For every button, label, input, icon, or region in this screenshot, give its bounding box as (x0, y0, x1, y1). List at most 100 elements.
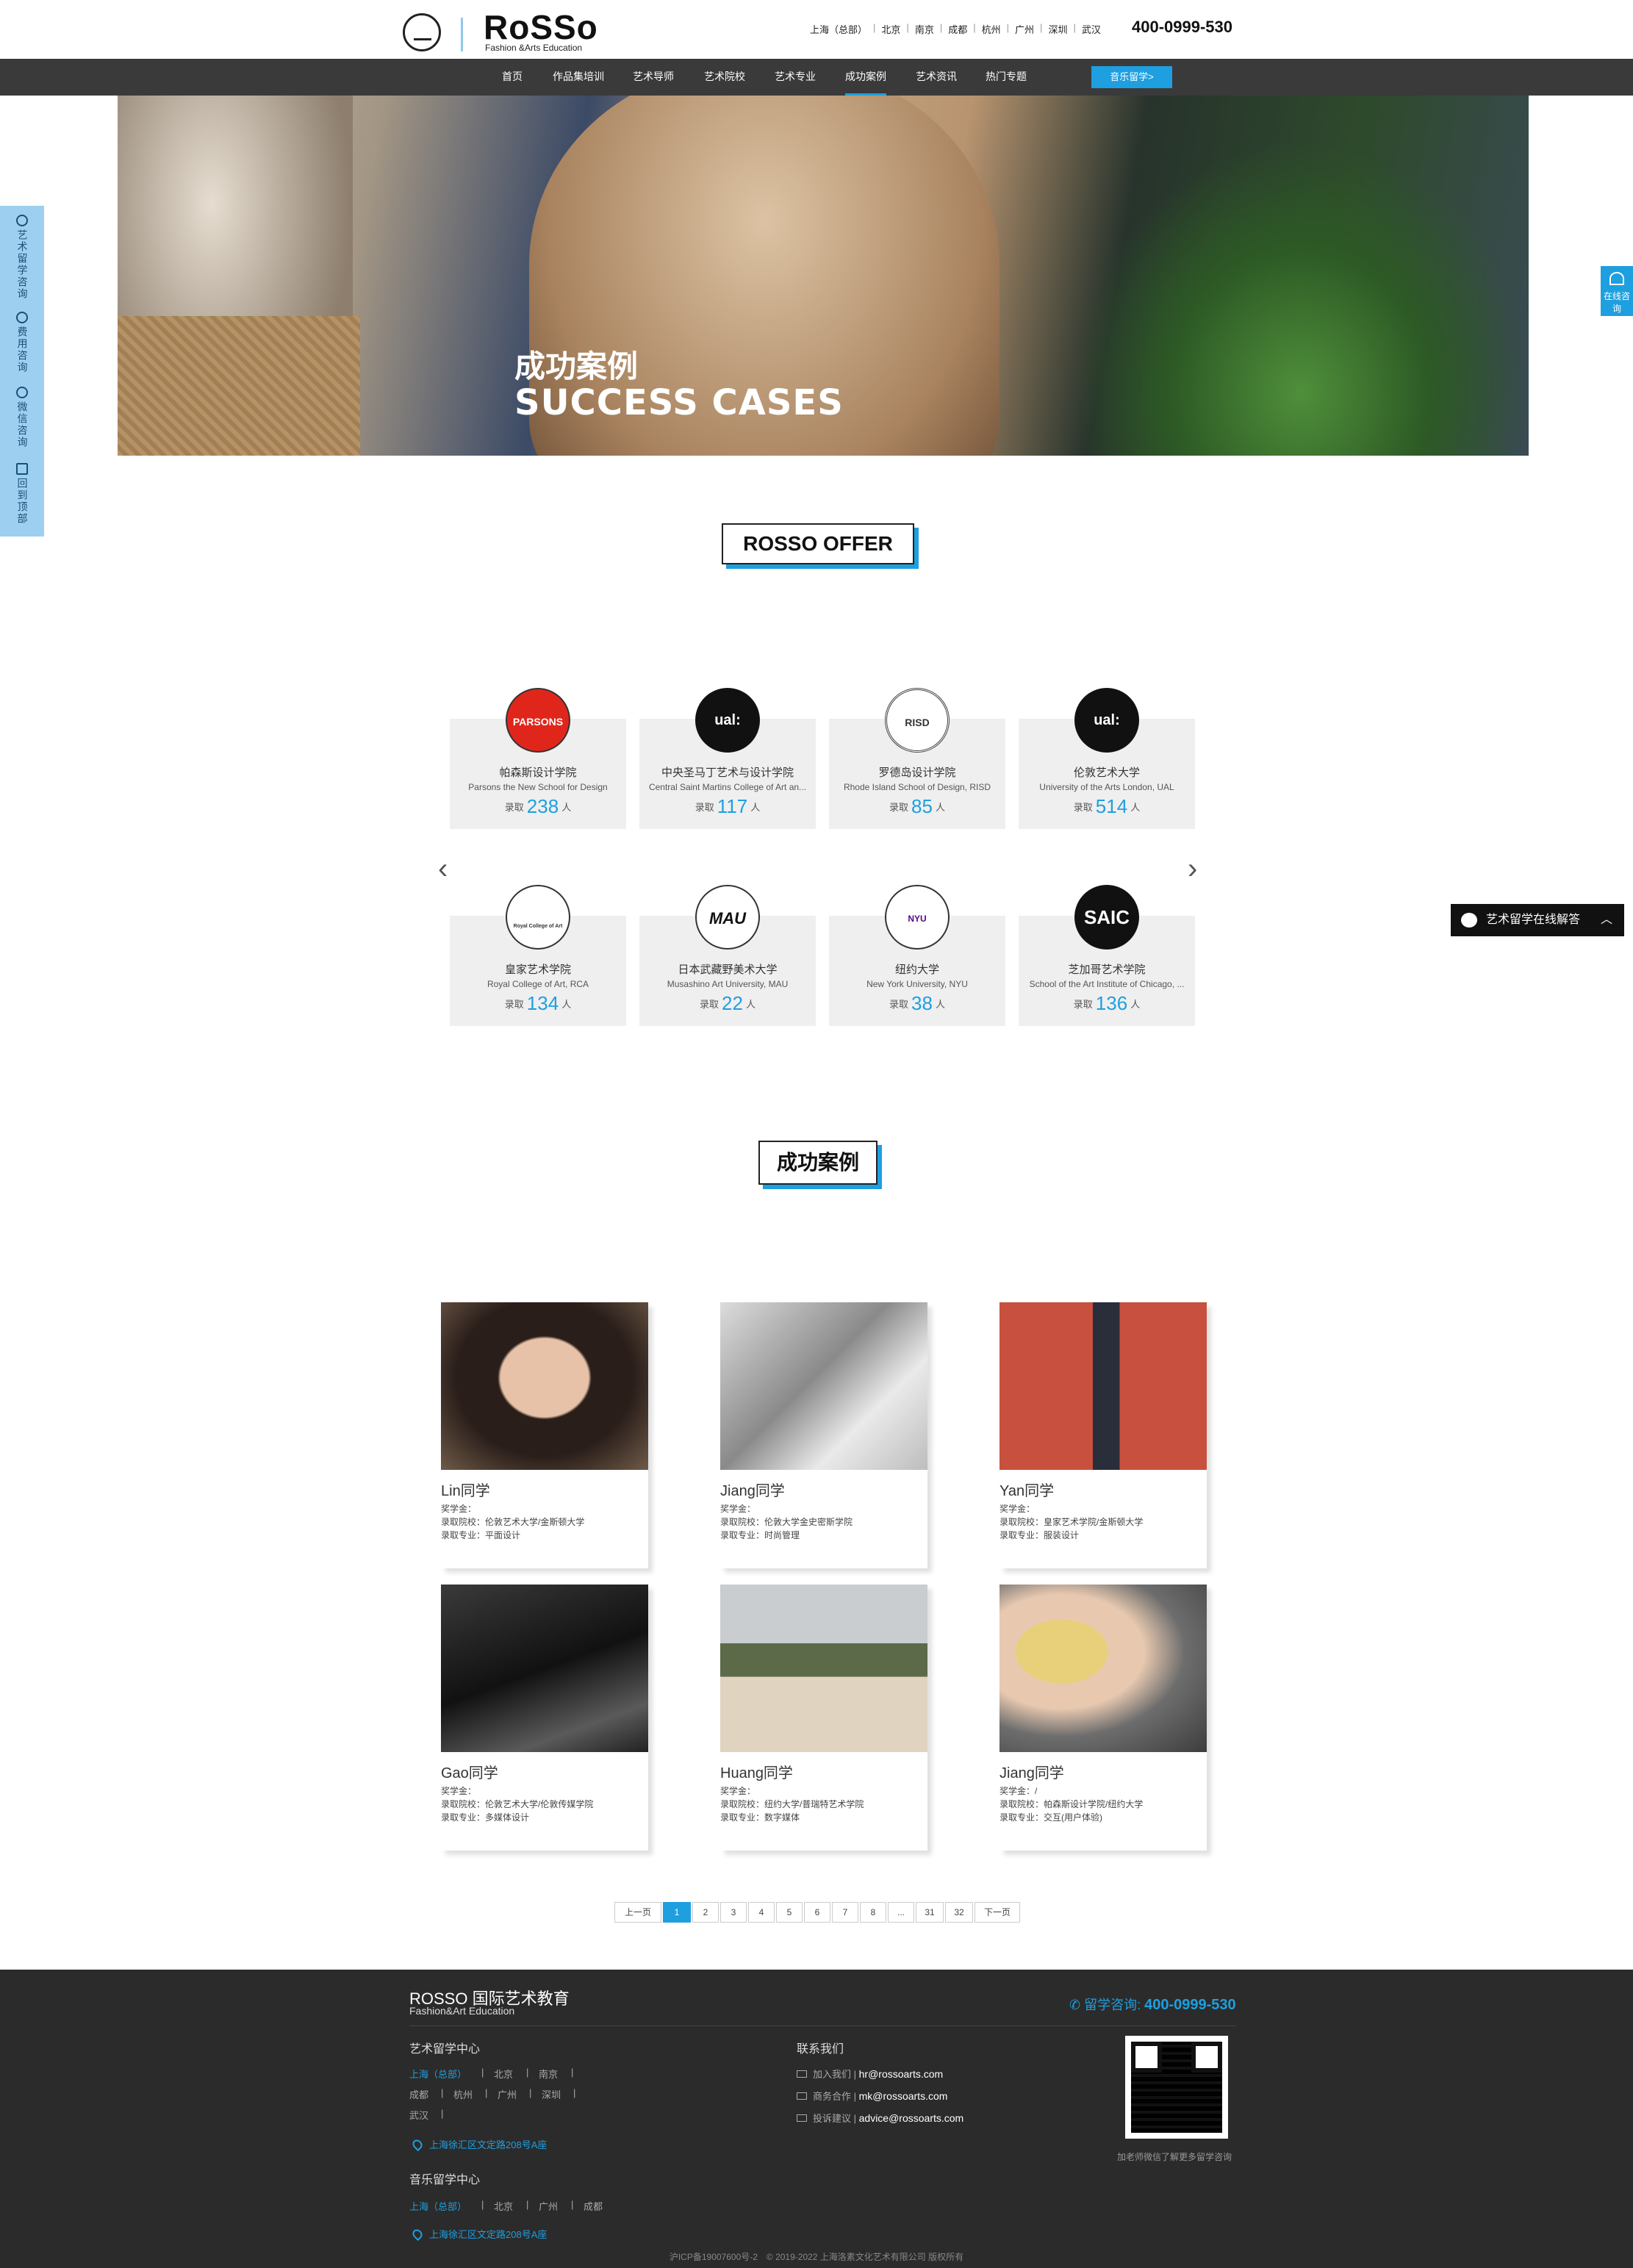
footer-city-link[interactable]: 杭州 (453, 2087, 473, 2101)
music-study-button[interactable]: 音乐留学> (1091, 66, 1172, 88)
school-card[interactable]: Royal College of Art 皇家艺术学院 Royal Colleg… (450, 885, 626, 1026)
school-card[interactable]: PARSONS 帕森斯设计学院 Parsons the New School f… (450, 688, 626, 829)
online-consult-label: 在线咨询 (1603, 291, 1630, 314)
footer-city-link[interactable]: 广州 (539, 2199, 558, 2213)
school-admit-count: 录取 134 人 (450, 992, 626, 1015)
contact-email[interactable]: mk@rossoarts.com (859, 2090, 948, 2102)
case-scholarship: 奖学金： (441, 1786, 477, 1796)
footer-city-link[interactable]: 上海（总部） (409, 2067, 467, 2081)
school-card[interactable]: ual: 伦敦艺术大学 University of the Arts Londo… (1019, 688, 1195, 829)
page-button[interactable]: 1 (663, 1902, 691, 1923)
footer-city-link[interactable]: 深圳 (542, 2087, 561, 2101)
footer-city-separator: | (571, 2067, 574, 2078)
nav-item-news[interactable]: 艺术资讯 (916, 59, 957, 96)
footer-city-link[interactable]: 上海（总部） (409, 2199, 467, 2213)
nav-item-mentors[interactable]: 艺术导师 (633, 59, 674, 96)
logo-text[interactable]: RoSSo (484, 9, 598, 46)
nav-item-schools[interactable]: 艺术院校 (704, 59, 745, 96)
case-card[interactable]: Lin同学 奖学金： 录取院校：伦敦艺术大学/金斯顿大学 录取专业：平面设计 (441, 1302, 648, 1568)
contact-label: 投诉建议 (813, 2113, 852, 2124)
page-button[interactable]: 32 (945, 1902, 973, 1923)
sidebar-item-back-to-top[interactable]: 回到顶部 (0, 463, 44, 525)
carousel-prev-arrow[interactable]: ‹ (438, 854, 448, 883)
count-number: 514 (1095, 795, 1128, 817)
city-link[interactable]: 深圳 (1048, 22, 1067, 36)
logo-icon[interactable] (403, 13, 441, 51)
footer-city-link[interactable]: 北京 (494, 2067, 513, 2081)
contact-email[interactable]: hr@rossoarts.com (859, 2068, 944, 2080)
page-button[interactable]: 5 (776, 1902, 803, 1923)
page-button[interactable]: 31 (916, 1902, 944, 1923)
city-separator: | (1073, 22, 1076, 33)
sidebar-item-wechat[interactable]: 微信咨询 (0, 387, 44, 448)
nav-item-portfolio[interactable]: 作品集培训 (553, 59, 604, 96)
page-button[interactable]: 3 (720, 1902, 747, 1923)
count-suffix: 人 (935, 802, 945, 813)
footer-city-link[interactable]: 成都 (409, 2087, 428, 2101)
page-button[interactable]: 2 (692, 1902, 719, 1923)
nav-item-majors[interactable]: 艺术专业 (775, 59, 816, 96)
city-link[interactable]: 广州 (1015, 22, 1034, 36)
school-card[interactable]: SAIC 芝加哥艺术学院 School of the Art Institute… (1019, 885, 1195, 1026)
case-card[interactable]: Jiang同学 奖学金： 录取院校：伦敦大学金史密斯学院 录取专业：时尚管理 (720, 1302, 927, 1568)
location-pin-icon (410, 2137, 425, 2152)
count-number: 85 (911, 795, 933, 817)
hero-title-cn: 成功案例 (514, 348, 639, 384)
case-card[interactable]: Yan同学 奖学金： 录取院校：皇家艺术学院/金斯顿大学 录取专业：服装设计 (999, 1302, 1207, 1568)
city-link[interactable]: 北京 (881, 22, 900, 36)
rca-crest-logo: Royal College of Art (506, 885, 570, 950)
page-button[interactable]: 6 (804, 1902, 830, 1923)
footer-city-link[interactable]: 南京 (539, 2067, 558, 2081)
carousel-next-arrow[interactable]: › (1188, 854, 1197, 883)
footer-city-separator: | (573, 2087, 576, 2098)
case-card[interactable]: Huang同学 奖学金： 录取院校：纽约大学/普瑞特艺术学院 录取专业：数字媒体 (720, 1585, 927, 1851)
nav-item-home[interactable]: 首页 (502, 59, 523, 96)
school-admit-count: 录取 38 人 (829, 992, 1005, 1015)
nav-item-cases[interactable]: 成功案例 (845, 59, 886, 96)
sidebar-item-fee-consult[interactable]: 费用咨询 (0, 312, 44, 373)
case-card[interactable]: Gao同学 奖学金： 录取院校：伦敦艺术大学/伦敦传媒学院 录取专业：多媒体设计 (441, 1585, 648, 1851)
contact-email[interactable]: advice@rossoarts.com (859, 2112, 964, 2124)
feedback-icon (797, 2114, 807, 2122)
case-school: 录取院校：伦敦艺术大学/金斯顿大学 (441, 1517, 585, 1527)
footer-city-link[interactable]: 成都 (584, 2199, 603, 2213)
city-link[interactable]: 成都 (948, 22, 967, 36)
count-prefix: 录取 (1073, 802, 1093, 813)
online-consult-tab[interactable]: 在线咨询 (1601, 266, 1633, 316)
page-button[interactable]: 8 (860, 1902, 886, 1923)
footer-city-link[interactable]: 武汉 (409, 2108, 428, 2122)
case-student-name: Yan同学 (999, 1483, 1055, 1499)
chat-widget[interactable]: 艺术留学在线解答 ︿ (1451, 904, 1624, 936)
school-card[interactable]: MAU 日本武藏野美术大学 Musashino Art University, … (639, 885, 816, 1026)
main-nav: 首页 作品集培训 艺术导师 艺术院校 艺术专业 成功案例 艺术资讯 热门专题 音… (0, 59, 1633, 96)
nav-item-topics[interactable]: 热门专题 (986, 59, 1027, 96)
school-card[interactable]: NYU 纽约大学 New York University, NYU 录取 38 人 (829, 885, 1005, 1026)
footer-city-separator: | (529, 2087, 532, 2098)
sidebar-item-art-consult[interactable]: 艺术留学咨询 (0, 215, 44, 300)
city-link[interactable]: 上海（总部） (810, 22, 867, 36)
city-link[interactable]: 杭州 (982, 22, 1001, 36)
school-card[interactable]: RISD 罗德岛设计学院 Rhode Island School of Desi… (829, 688, 1005, 829)
city-separator: | (906, 22, 909, 33)
page-button[interactable]: 4 (748, 1902, 775, 1923)
school-card[interactable]: ual: 中央圣马丁艺术与设计学院 Central Saint Martins … (639, 688, 816, 829)
case-major: 录取专业：时尚管理 (720, 1530, 800, 1540)
city-link[interactable]: 武汉 (1082, 22, 1101, 36)
hero-burlap-image (118, 316, 360, 456)
footer-city-link[interactable]: 广州 (498, 2087, 517, 2101)
case-photo (720, 1585, 927, 1752)
contact-row: 投诉建议 | advice@rossoarts.com (797, 2111, 963, 2125)
case-major: 录取专业：平面设计 (441, 1530, 521, 1540)
art-center-title: 艺术留学中心 (409, 2043, 481, 2056)
case-major: 录取专业：服装设计 (999, 1530, 1080, 1540)
page-button[interactable]: 7 (832, 1902, 858, 1923)
case-student-name: Huang同学 (720, 1765, 793, 1781)
case-photo (441, 1302, 648, 1470)
footer-city-link[interactable]: 北京 (494, 2199, 513, 2213)
page-prev-button[interactable]: 上一页 (614, 1902, 661, 1923)
case-card[interactable]: Jiang同学 奖学金：/ 录取院校：帕森斯设计学院/纽约大学 录取专业：交互(… (999, 1585, 1207, 1851)
city-link[interactable]: 南京 (915, 22, 934, 36)
page-next-button[interactable]: 下一页 (975, 1902, 1020, 1923)
chevron-up-icon[interactable]: ︿ (1601, 904, 1612, 936)
case-school: 录取院校：帕森斯设计学院/纽约大学 (999, 1799, 1144, 1809)
